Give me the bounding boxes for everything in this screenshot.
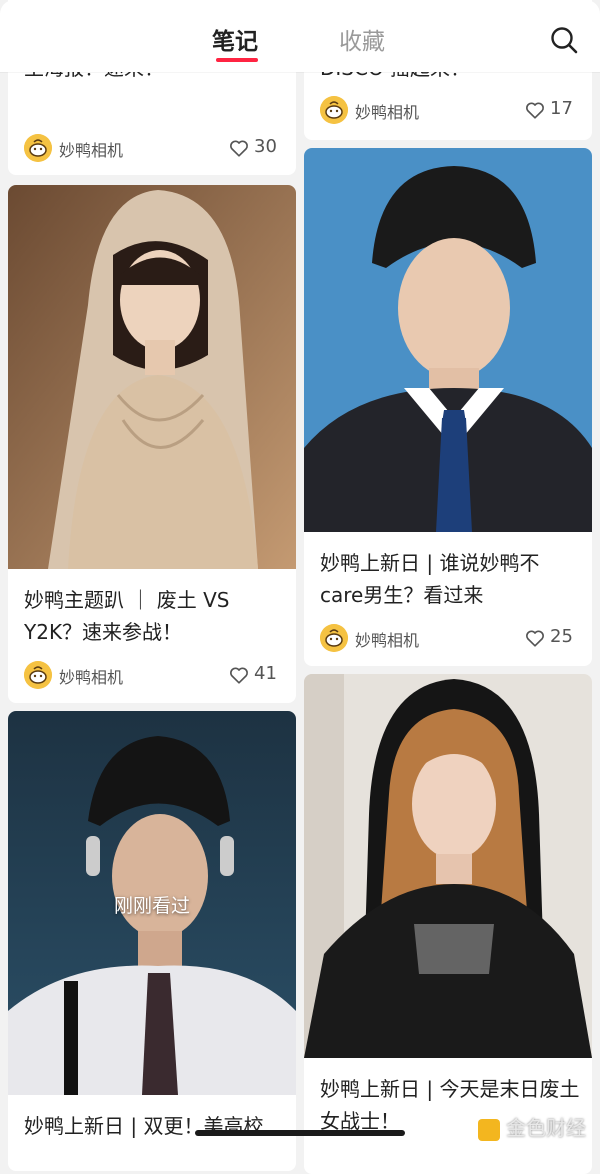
like-count: 17 (550, 98, 573, 119)
active-tab-indicator (216, 58, 258, 62)
note-meta: 妙鸭相机 30 (24, 134, 286, 162)
like-count: 30 (254, 136, 277, 157)
note-cover-image[interactable] (8, 185, 296, 569)
home-indicator[interactable] (195, 1130, 405, 1136)
author-name[interactable]: 妙鸭相机 (59, 664, 123, 688)
heart-outline-icon[interactable] (228, 664, 250, 686)
author-name[interactable]: 妙鸭相机 (355, 627, 419, 651)
heart-outline-icon[interactable] (524, 627, 546, 649)
note-title: 妙鸭上新日 | 谁说妙鸭不care男生？看过来 (320, 551, 540, 607)
heart-outline-icon[interactable] (524, 99, 546, 121)
top-tab-bar: 笔记 收藏 (0, 0, 600, 72)
duck-avatar-icon[interactable] (320, 96, 348, 124)
note-cover-image[interactable] (304, 674, 592, 1058)
note-card[interactable]: 刚刚看过 妙鸭上新日 | 双更！美高校 (8, 711, 296, 1171)
note-meta: 妙鸭相机 17 (320, 96, 582, 124)
author-name[interactable]: 妙鸭相机 (59, 137, 123, 161)
duck-avatar-icon[interactable] (24, 661, 52, 689)
watermark: 金色财经 (478, 1112, 586, 1141)
search-icon[interactable] (548, 24, 580, 56)
note-card[interactable]: 妙鸭上新日 | 谁说妙鸭不care男生？看过来 妙鸭相机 25 (304, 148, 592, 666)
like-count: 41 (254, 663, 277, 684)
duck-avatar-icon[interactable] (320, 624, 348, 652)
note-title: 妙鸭上新日 | 双更！美高校 (24, 1114, 264, 1138)
like-count: 25 (550, 626, 573, 647)
note-cover-image[interactable] (304, 148, 592, 532)
note-meta: 妙鸭相机 25 (320, 624, 582, 652)
tab-notes[interactable]: 笔记 (212, 22, 258, 56)
recently-viewed-label: 刚刚看过 (113, 895, 190, 917)
tab-favorites[interactable]: 收藏 (339, 22, 385, 56)
duck-avatar-icon[interactable] (24, 134, 52, 162)
note-card[interactable]: 妙鸭上新日 | 今天是末日废土女战士！ (304, 674, 592, 1174)
author-name[interactable]: 妙鸭相机 (355, 99, 419, 123)
note-title: 妙鸭主题趴 ｜ 废土 VS Y2K？速来参战！ (24, 588, 230, 644)
note-card[interactable]: 妙鸭主题趴 ｜ 废土 VS Y2K？速来参战！ 妙鸭相机 41 (8, 185, 296, 703)
watermark-logo-icon (478, 1118, 500, 1141)
note-meta: 妙鸭相机 41 (24, 661, 286, 689)
heart-outline-icon[interactable] (228, 137, 250, 159)
